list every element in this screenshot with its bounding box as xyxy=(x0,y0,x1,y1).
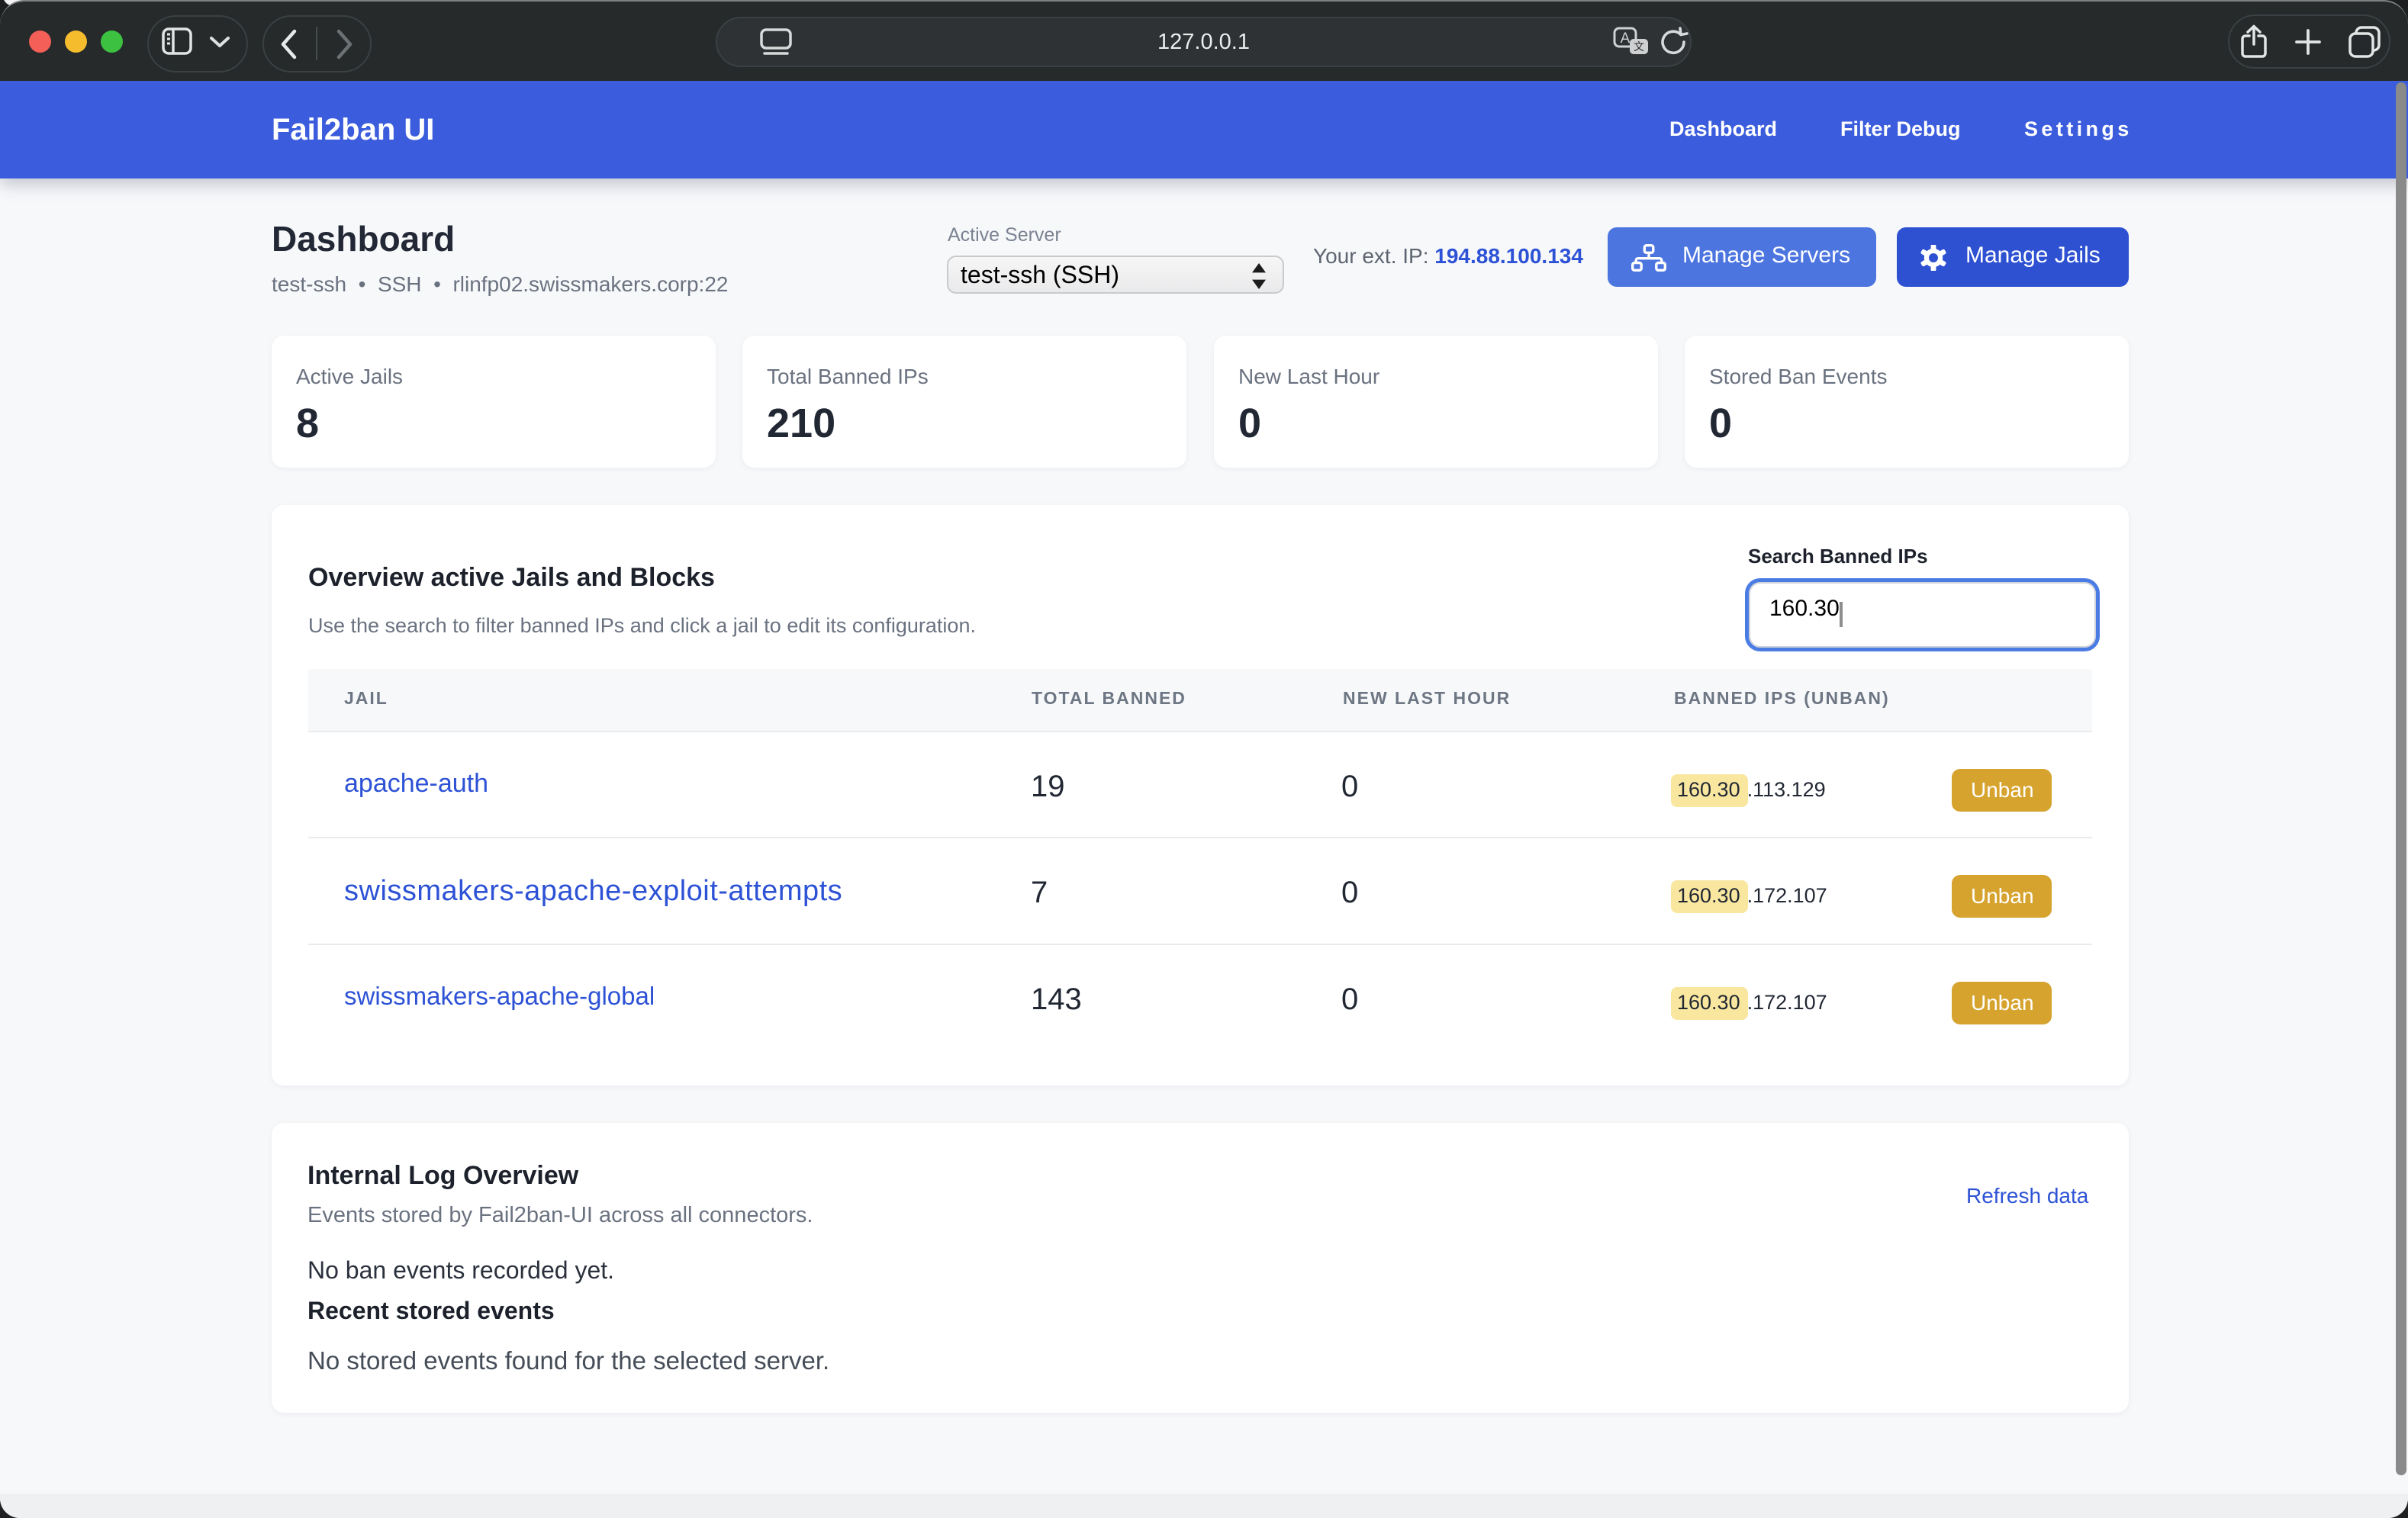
svg-text:文: 文 xyxy=(1634,40,1644,53)
svg-text:A: A xyxy=(1621,31,1631,47)
